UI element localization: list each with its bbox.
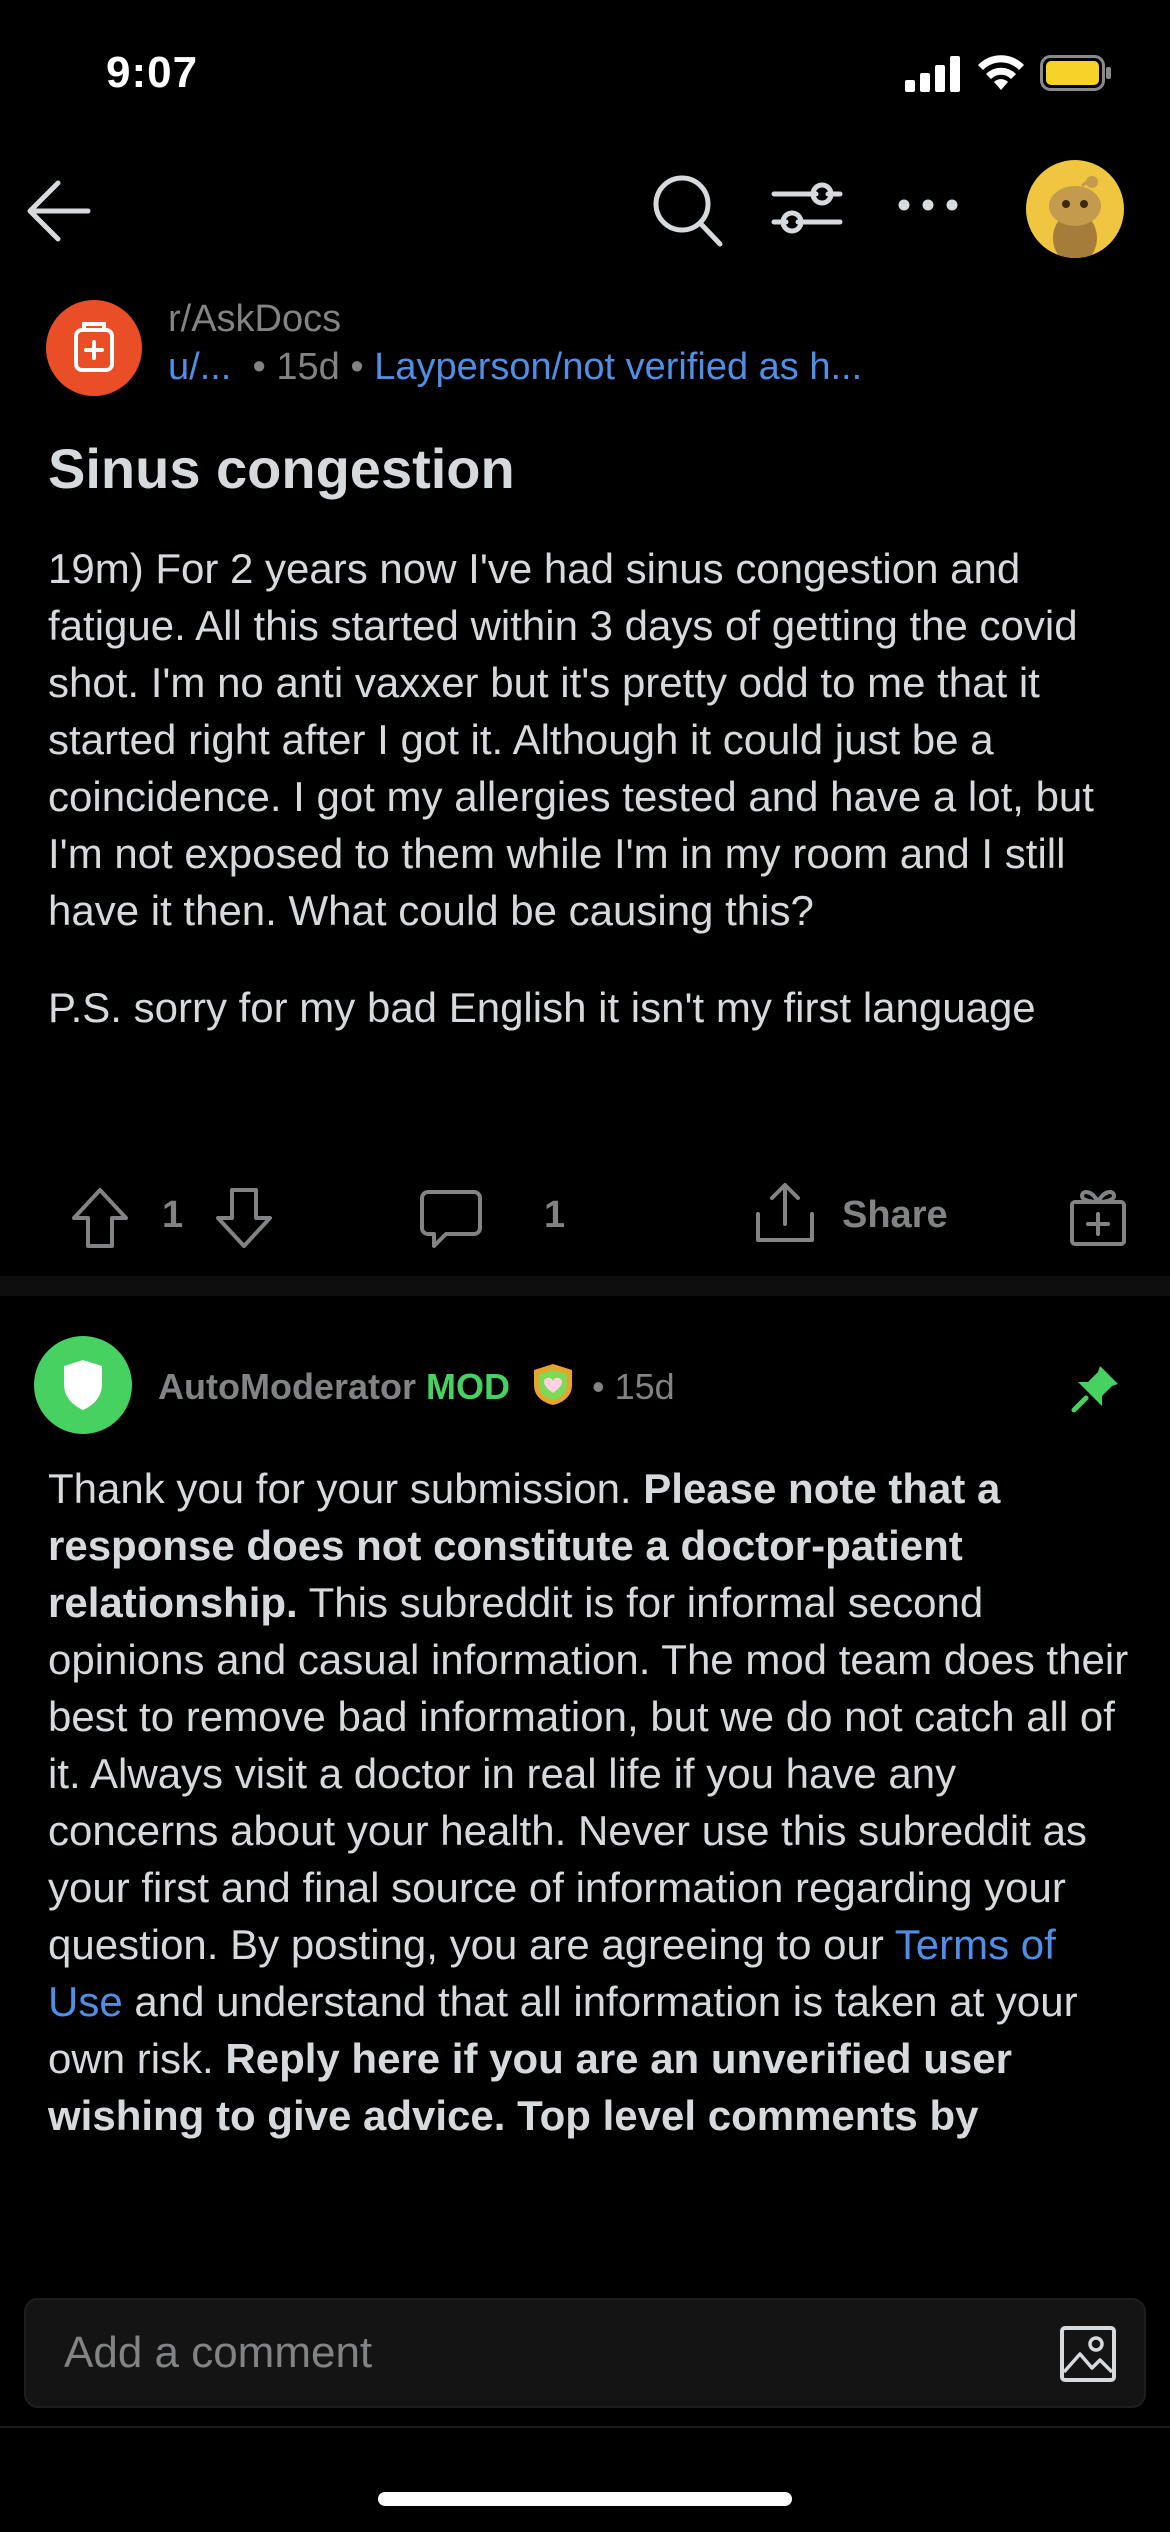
section-divider [0, 1276, 1170, 1296]
comment-bubble-icon[interactable] [418, 1186, 484, 1250]
status-time: 9:07 [106, 48, 199, 97]
post-title: Sinus congestion [48, 437, 515, 500]
battery-icon [1040, 55, 1111, 91]
downvote-arrow-icon[interactable] [212, 1186, 276, 1250]
post-action-bar: 1 1 Share [0, 1180, 1170, 1250]
more-options-icon[interactable] [896, 190, 960, 220]
comment-text: This subreddit is for informal second op… [48, 1579, 1129, 1968]
comment-age: 15d [614, 1366, 675, 1407]
comment-text: Thank you for your submission. [48, 1465, 644, 1512]
search-icon[interactable] [650, 170, 726, 250]
comment-count: 1 [544, 1194, 566, 1236]
share-icon[interactable] [752, 1180, 818, 1246]
upvote-arrow-icon[interactable] [68, 1186, 132, 1250]
back-arrow-icon[interactable] [22, 174, 96, 248]
post-paragraph: P.S. sorry for my bad English it isn't m… [48, 984, 1036, 1031]
post-author-link[interactable]: u/... [168, 346, 231, 388]
cellular-signal-icon [905, 56, 960, 92]
comment-header: AutoModerator MOD • 15d [34, 1336, 1144, 1436]
shield-icon [64, 1360, 102, 1410]
share-button-label[interactable]: Share [842, 1194, 948, 1237]
post-body: 19m) For 2 years now I've had sinus cong… [48, 540, 1138, 1076]
subreddit-name[interactable]: r/AskDocs [168, 298, 341, 341]
automoderator-avatar[interactable] [34, 1336, 132, 1434]
wifi-icon [978, 55, 1024, 90]
post-paragraph: 19m) For 2 years now I've had sinus cong… [48, 545, 1094, 934]
subreddit-avatar[interactable] [46, 300, 142, 396]
vote-count: 1 [162, 1194, 184, 1236]
comment-composer[interactable] [24, 2298, 1146, 2408]
status-bar: 9:07 [0, 0, 1170, 150]
award-gift-icon[interactable] [1068, 1184, 1128, 1248]
medical-kit-icon [74, 322, 114, 372]
image-attach-icon[interactable] [1058, 2324, 1118, 2384]
divider [0, 2426, 1170, 2428]
snoo-avatar-icon [1049, 176, 1101, 258]
user-avatar[interactable] [1026, 160, 1124, 258]
mod-tag: MOD [426, 1366, 510, 1407]
post-meta: u/... • 15d • Layperson/not verified as … [168, 346, 863, 388]
comment-author-line: AutoModerator MOD • 15d [158, 1364, 675, 1408]
top-nav-bar [0, 150, 1170, 270]
add-comment-input[interactable] [64, 2300, 1024, 2406]
pin-icon [1071, 1366, 1118, 1413]
post-age: 15d [276, 346, 340, 388]
comment-author[interactable]: AutoModerator [158, 1366, 416, 1407]
sort-filter-icon[interactable] [770, 172, 844, 244]
home-indicator[interactable] [378, 2492, 792, 2506]
user-flair: Layperson/not verified as h... [374, 346, 863, 388]
comment-composer-area [0, 2270, 1170, 2532]
post-header: r/AskDocs u/... • 15d • Layperson/not ve… [46, 296, 1126, 396]
mod-shield-badge-icon [534, 1364, 573, 1406]
automoderator-comment-body: Thank you for your submission. Please no… [48, 1460, 1138, 2144]
